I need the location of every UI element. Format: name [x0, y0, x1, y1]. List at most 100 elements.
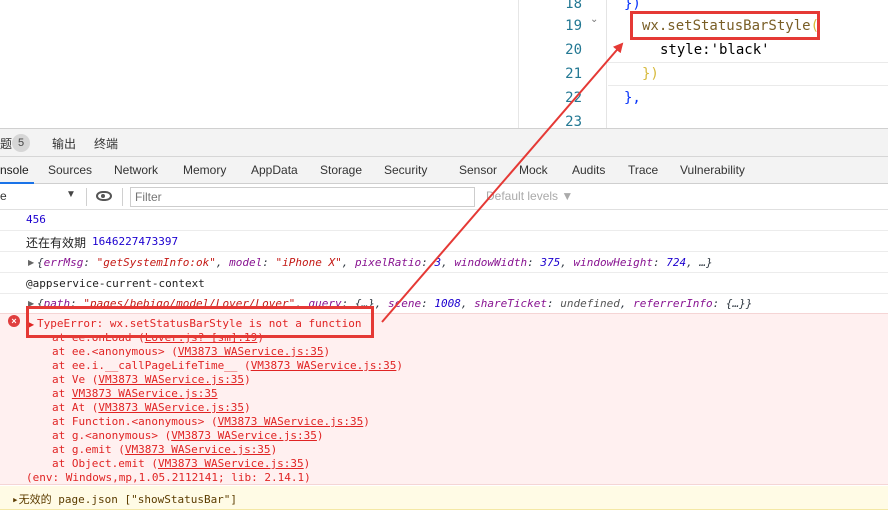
editor-split-divider[interactable]: [518, 0, 519, 128]
stack-fn: at g.<anonymous> (: [52, 429, 172, 442]
tab-console[interactable]: nsole: [0, 163, 29, 177]
toolbar-divider: [122, 188, 123, 206]
stack-link[interactable]: VM3873 WAService.js:35: [98, 373, 244, 386]
stack-frame: at At (VM3873 WAService.js:35): [52, 401, 251, 415]
tab-terminal[interactable]: 终端: [94, 135, 118, 152]
stack-fn: at Ve (: [52, 373, 99, 386]
toolbar-divider: [86, 188, 87, 206]
tab-mock[interactable]: Mock: [519, 163, 548, 177]
stack-end: ): [244, 401, 251, 414]
stack-end: ): [316, 429, 324, 442]
stack-fn: at Object.emit (: [52, 457, 158, 470]
stack-end: ): [303, 457, 311, 470]
stack-frame: at Function.<anonymous> (VM3873 WAServic…: [52, 415, 370, 429]
stack-link[interactable]: VM3873 WAService.js:35: [171, 429, 317, 442]
stack-frame: at VM3873 WAService.js:35: [52, 387, 218, 401]
error-icon: ×: [8, 315, 20, 327]
stack-fn: at ee.i.__callPageLifeTime__ (: [52, 359, 251, 372]
console-output[interactable]: 456 还在有效期 1646227473397 ▶ {errMsg: "getS…: [0, 210, 888, 514]
env-info: (env: Windows,mp,1.05.2112141; lib: 2.14…: [26, 471, 311, 484]
tab-sources[interactable]: Sources: [48, 163, 92, 177]
panel-tabs: 题 5 输出 终端: [0, 128, 888, 156]
stack-end: ): [270, 443, 278, 456]
context-select-label[interactable]: e: [0, 189, 7, 203]
console-toolbar: e ▼ Default levels ▼: [0, 184, 888, 210]
stack-end: ): [244, 373, 251, 386]
obj-key: scene: [388, 297, 422, 310]
stack-frame: at Object.emit (VM3873 WAService.js:35): [52, 457, 310, 471]
stack-fn: at ee.<anonymous> (: [52, 345, 178, 358]
problems-count-badge: 5: [12, 134, 30, 152]
tab-sensor[interactable]: Sensor: [459, 163, 497, 177]
stack-frame: at ee.i.__callPageLifeTime__ (VM3873 WAS…: [52, 359, 403, 373]
code-line-22[interactable]: },: [624, 86, 641, 110]
tab-memory[interactable]: Memory: [183, 163, 226, 177]
stack-link[interactable]: VM3873 WAService.js:35: [98, 401, 244, 414]
warning-text: ▸无效的 page.json ["showStatusBar"]: [12, 493, 238, 506]
obj-value: "iPhone X": [275, 256, 342, 269]
stack-link[interactable]: VM3873 WAService.js:35: [72, 387, 218, 400]
stack-link[interactable]: VM3873 WAService.js:35: [178, 345, 324, 358]
obj-tail: , …}: [686, 256, 713, 269]
log-levels-select[interactable]: Default levels ▼: [486, 189, 573, 203]
obj-value: "getSystemInfo:ok": [96, 256, 216, 269]
obj-key: referrerInfo: [633, 297, 713, 310]
stack-end: ): [396, 359, 404, 372]
tab-audits[interactable]: Audits: [572, 163, 605, 177]
devtools-tabs: nsole Sources Network Memory AppData Sto…: [0, 156, 888, 184]
code-line-20[interactable]: style:'black': [660, 38, 770, 62]
obj-key: windowWidth: [454, 256, 528, 269]
line-number: 21: [565, 66, 582, 82]
stack-frame: at g.<anonymous> (VM3873 WAService.js:35…: [52, 429, 324, 443]
tab-trace[interactable]: Trace: [628, 163, 658, 177]
obj-brace: {: [37, 256, 44, 269]
obj-key: shareTicket: [474, 297, 548, 310]
stack-end: ): [363, 415, 370, 428]
tab-storage[interactable]: Storage: [320, 163, 362, 177]
obj-value: 3: [434, 256, 442, 269]
obj-value: 375: [540, 256, 561, 269]
tab-network[interactable]: Network: [114, 163, 158, 177]
log-number: 1646227473397: [92, 235, 179, 248]
obj-key: errMsg: [43, 256, 84, 269]
stack-frame: at ee.<anonymous> (VM3873 WAService.js:3…: [52, 345, 330, 359]
log-row-object[interactable]: ▶ {errMsg: "getSystemInfo:ok", model: "i…: [0, 252, 888, 273]
log-number: 456: [26, 213, 46, 226]
obj-value: 1008: [434, 297, 461, 310]
stack-frame: at g.emit (VM3873 WAService.js:35): [52, 443, 277, 457]
tab-output[interactable]: 输出: [52, 135, 76, 152]
line-number: 19: [565, 18, 582, 34]
obj-value: 724: [666, 256, 687, 269]
tab-vulnerability[interactable]: Vulnerability: [680, 163, 745, 177]
log-row: 456: [0, 210, 888, 231]
caret-down-icon[interactable]: ▼: [66, 189, 76, 200]
tab-security[interactable]: Security: [384, 163, 427, 177]
stack-end: ): [323, 345, 331, 358]
obj-key: pixelRatio: [354, 256, 422, 269]
stack-link[interactable]: VM3873 WAService.js:35: [158, 457, 304, 470]
stack-link[interactable]: VM3873 WAService.js:35: [125, 443, 271, 456]
chevron-down-icon[interactable]: ⌄: [590, 14, 598, 25]
eye-icon[interactable]: [96, 191, 112, 201]
annotation-box-error: [26, 306, 374, 338]
stack-link[interactable]: VM3873 WAService.js:35: [218, 415, 364, 428]
code-line-21[interactable]: }): [642, 62, 659, 86]
line-number: 22: [565, 90, 582, 106]
indent-guide: [606, 0, 607, 128]
stack-link[interactable]: VM3873 WAService.js:35: [251, 359, 397, 372]
stack-fn: at g.emit (: [52, 443, 125, 456]
obj-value: undefined: [560, 297, 620, 310]
tab-problems[interactable]: 题: [0, 135, 12, 152]
object-preview[interactable]: {errMsg: "getSystemInfo:ok", model: "iPh…: [37, 256, 713, 269]
console-filter-input[interactable]: [130, 187, 475, 207]
warning-message-block[interactable]: ▸无效的 page.json ["showStatusBar"]: [0, 486, 888, 510]
stack-fn: at Function.<anonymous> (: [52, 415, 218, 428]
annotation-box-code: [630, 11, 820, 40]
tab-appdata[interactable]: AppData: [251, 163, 298, 177]
expand-triangle-icon[interactable]: ▶: [28, 258, 34, 267]
log-label: 还在有效期: [26, 236, 87, 250]
line-number: 20: [565, 42, 582, 58]
obj-key: model: [229, 256, 263, 269]
stack-frame: at Ve (VM3873 WAService.js:35): [52, 373, 251, 387]
obj-key: windowHeight: [573, 256, 654, 269]
